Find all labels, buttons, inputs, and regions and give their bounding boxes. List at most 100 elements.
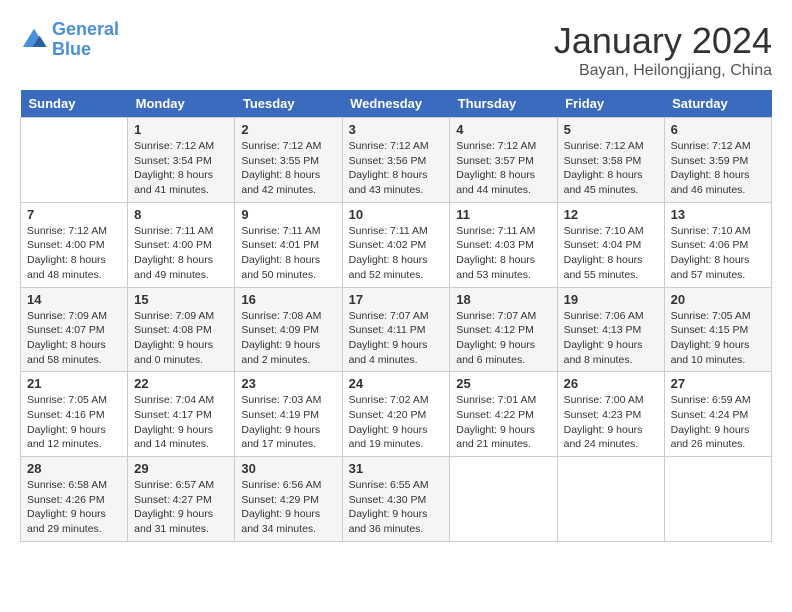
day-number: 8 (134, 207, 228, 222)
calendar-week-4: 21 Sunrise: 7:05 AMSunset: 4:16 PMDayligh… (21, 372, 772, 457)
day-number: 29 (134, 461, 228, 476)
day-number: 12 (564, 207, 658, 222)
day-info: Sunrise: 7:11 AMSunset: 4:01 PMDaylight:… (241, 224, 335, 283)
calendar-cell: 13 Sunrise: 7:10 AMSunset: 4:06 PMDayligh… (664, 202, 771, 287)
calendar-cell (21, 118, 128, 203)
day-number: 22 (134, 376, 228, 391)
day-number: 2 (241, 122, 335, 137)
day-info: Sunrise: 7:12 AMSunset: 3:59 PMDaylight:… (671, 139, 765, 198)
logo-line1: General (52, 19, 119, 39)
day-info: Sunrise: 6:56 AMSunset: 4:29 PMDaylight:… (241, 478, 335, 537)
day-number: 14 (27, 292, 121, 307)
calendar-week-2: 7Sunrise: 7:12 AMSunset: 4:00 PMDaylight… (21, 202, 772, 287)
day-number: 23 (241, 376, 335, 391)
day-info: Sunrise: 7:07 AMSunset: 4:11 PMDaylight:… (349, 309, 444, 368)
calendar-cell: 25 Sunrise: 7:01 AMSunset: 4:22 PMDayligh… (450, 372, 557, 457)
calendar-cell: 27Sunrise: 6:59 AMSunset: 4:24 PMDayligh… (664, 372, 771, 457)
day-number: 30 (241, 461, 335, 476)
day-number: 5 (564, 122, 658, 137)
calendar-cell: 14Sunrise: 7:09 AMSunset: 4:07 PMDayligh… (21, 287, 128, 372)
calendar-cell: 7Sunrise: 7:12 AMSunset: 4:00 PMDaylight… (21, 202, 128, 287)
title-section: January 2024 Bayan, Heilongjiang, China (554, 20, 772, 80)
calendar-cell: 18 Sunrise: 7:07 AMSunset: 4:12 PMDayligh… (450, 287, 557, 372)
calendar-cell: 21 Sunrise: 7:05 AMSunset: 4:16 PMDayligh… (21, 372, 128, 457)
calendar-cell: 9 Sunrise: 7:11 AMSunset: 4:01 PMDaylight… (235, 202, 342, 287)
calendar-cell: 11 Sunrise: 7:11 AMSunset: 4:03 PMDayligh… (450, 202, 557, 287)
day-info: Sunrise: 7:12 AMSunset: 4:00 PMDaylight:… (27, 224, 121, 283)
day-info: Sunrise: 7:12 AMSunset: 3:55 PMDaylight:… (241, 139, 335, 198)
logo-line2: Blue (52, 40, 119, 60)
calendar-body: 1Sunrise: 7:12 AMSunset: 3:54 PMDaylight… (21, 118, 772, 542)
calendar-cell: 15 Sunrise: 7:09 AMSunset: 4:08 PMDayligh… (128, 287, 235, 372)
day-info: Sunrise: 7:12 AMSunset: 3:58 PMDaylight:… (564, 139, 658, 198)
day-info: Sunrise: 7:06 AMSunset: 4:13 PMDaylight:… (564, 309, 658, 368)
header-tuesday: Tuesday (235, 90, 342, 118)
day-info: Sunrise: 7:02 AMSunset: 4:20 PMDaylight:… (349, 393, 444, 452)
page-header: General Blue January 2024 Bayan, Heilong… (20, 20, 772, 80)
calendar-week-1: 1Sunrise: 7:12 AMSunset: 3:54 PMDaylight… (21, 118, 772, 203)
calendar-table: Sunday Monday Tuesday Wednesday Thursday… (20, 90, 772, 542)
calendar-cell: 6 Sunrise: 7:12 AMSunset: 3:59 PMDaylight… (664, 118, 771, 203)
calendar-cell: 28 Sunrise: 6:58 AMSunset: 4:26 PMDayligh… (21, 457, 128, 542)
day-number: 31 (349, 461, 444, 476)
header-wednesday: Wednesday (342, 90, 450, 118)
month-title: January 2024 (554, 20, 772, 62)
day-number: 28 (27, 461, 121, 476)
day-info: Sunrise: 7:01 AMSunset: 4:22 PMDaylight:… (456, 393, 550, 452)
calendar-cell: 4Sunrise: 7:12 AMSunset: 3:57 PMDaylight… (450, 118, 557, 203)
day-number: 19 (564, 292, 658, 307)
day-info: Sunrise: 7:10 AMSunset: 4:06 PMDaylight:… (671, 224, 765, 283)
day-info: Sunrise: 7:04 AMSunset: 4:17 PMDaylight:… (134, 393, 228, 452)
header-row: Sunday Monday Tuesday Wednesday Thursday… (21, 90, 772, 118)
day-info: Sunrise: 7:05 AMSunset: 4:16 PMDaylight:… (27, 393, 121, 452)
calendar-cell: 5 Sunrise: 7:12 AMSunset: 3:58 PMDaylight… (557, 118, 664, 203)
calendar-cell: 20 Sunrise: 7:05 AMSunset: 4:15 PMDayligh… (664, 287, 771, 372)
day-info: Sunrise: 7:09 AMSunset: 4:08 PMDaylight:… (134, 309, 228, 368)
day-number: 20 (671, 292, 765, 307)
day-number: 6 (671, 122, 765, 137)
day-info: Sunrise: 7:11 AMSunset: 4:02 PMDaylight:… (349, 224, 444, 283)
calendar-cell: 31 Sunrise: 6:55 AMSunset: 4:30 PMDayligh… (342, 457, 450, 542)
day-number: 17 (349, 292, 444, 307)
calendar-cell: 1Sunrise: 7:12 AMSunset: 3:54 PMDaylight… (128, 118, 235, 203)
calendar-cell: 10Sunrise: 7:11 AMSunset: 4:02 PMDayligh… (342, 202, 450, 287)
calendar-cell (664, 457, 771, 542)
day-info: Sunrise: 7:12 AMSunset: 3:57 PMDaylight:… (456, 139, 550, 198)
calendar-week-3: 14Sunrise: 7:09 AMSunset: 4:07 PMDayligh… (21, 287, 772, 372)
logo-icon (20, 26, 48, 54)
day-info: Sunrise: 7:07 AMSunset: 4:12 PMDaylight:… (456, 309, 550, 368)
calendar-cell: 16Sunrise: 7:08 AMSunset: 4:09 PMDayligh… (235, 287, 342, 372)
day-number: 3 (349, 122, 444, 137)
day-number: 18 (456, 292, 550, 307)
header-friday: Friday (557, 90, 664, 118)
header-monday: Monday (128, 90, 235, 118)
day-number: 15 (134, 292, 228, 307)
day-info: Sunrise: 6:55 AMSunset: 4:30 PMDaylight:… (349, 478, 444, 537)
calendar-header: Sunday Monday Tuesday Wednesday Thursday… (21, 90, 772, 118)
calendar-cell (450, 457, 557, 542)
day-number: 1 (134, 122, 228, 137)
day-number: 25 (456, 376, 550, 391)
calendar-cell: 23 Sunrise: 7:03 AMSunset: 4:19 PMDayligh… (235, 372, 342, 457)
calendar-cell: 22 Sunrise: 7:04 AMSunset: 4:17 PMDayligh… (128, 372, 235, 457)
day-info: Sunrise: 7:12 AMSunset: 3:56 PMDaylight:… (349, 139, 444, 198)
day-number: 13 (671, 207, 765, 222)
day-number: 21 (27, 376, 121, 391)
day-info: Sunrise: 7:11 AMSunset: 4:03 PMDaylight:… (456, 224, 550, 283)
header-sunday: Sunday (21, 90, 128, 118)
day-info: Sunrise: 7:00 AMSunset: 4:23 PMDaylight:… (564, 393, 658, 452)
day-info: Sunrise: 7:03 AMSunset: 4:19 PMDaylight:… (241, 393, 335, 452)
calendar-cell: 12Sunrise: 7:10 AMSunset: 4:04 PMDayligh… (557, 202, 664, 287)
day-info: Sunrise: 6:57 AMSunset: 4:27 PMDaylight:… (134, 478, 228, 537)
day-info: Sunrise: 7:11 AMSunset: 4:00 PMDaylight:… (134, 224, 228, 283)
calendar-cell: 2 Sunrise: 7:12 AMSunset: 3:55 PMDaylight… (235, 118, 342, 203)
calendar-cell: 26Sunrise: 7:00 AMSunset: 4:23 PMDayligh… (557, 372, 664, 457)
day-number: 9 (241, 207, 335, 222)
day-info: Sunrise: 7:05 AMSunset: 4:15 PMDaylight:… (671, 309, 765, 368)
logo-text: General Blue (52, 20, 119, 60)
day-number: 11 (456, 207, 550, 222)
day-info: Sunrise: 6:58 AMSunset: 4:26 PMDaylight:… (27, 478, 121, 537)
logo: General Blue (20, 20, 119, 60)
day-info: Sunrise: 6:59 AMSunset: 4:24 PMDaylight:… (671, 393, 765, 452)
calendar-cell: 24Sunrise: 7:02 AMSunset: 4:20 PMDayligh… (342, 372, 450, 457)
